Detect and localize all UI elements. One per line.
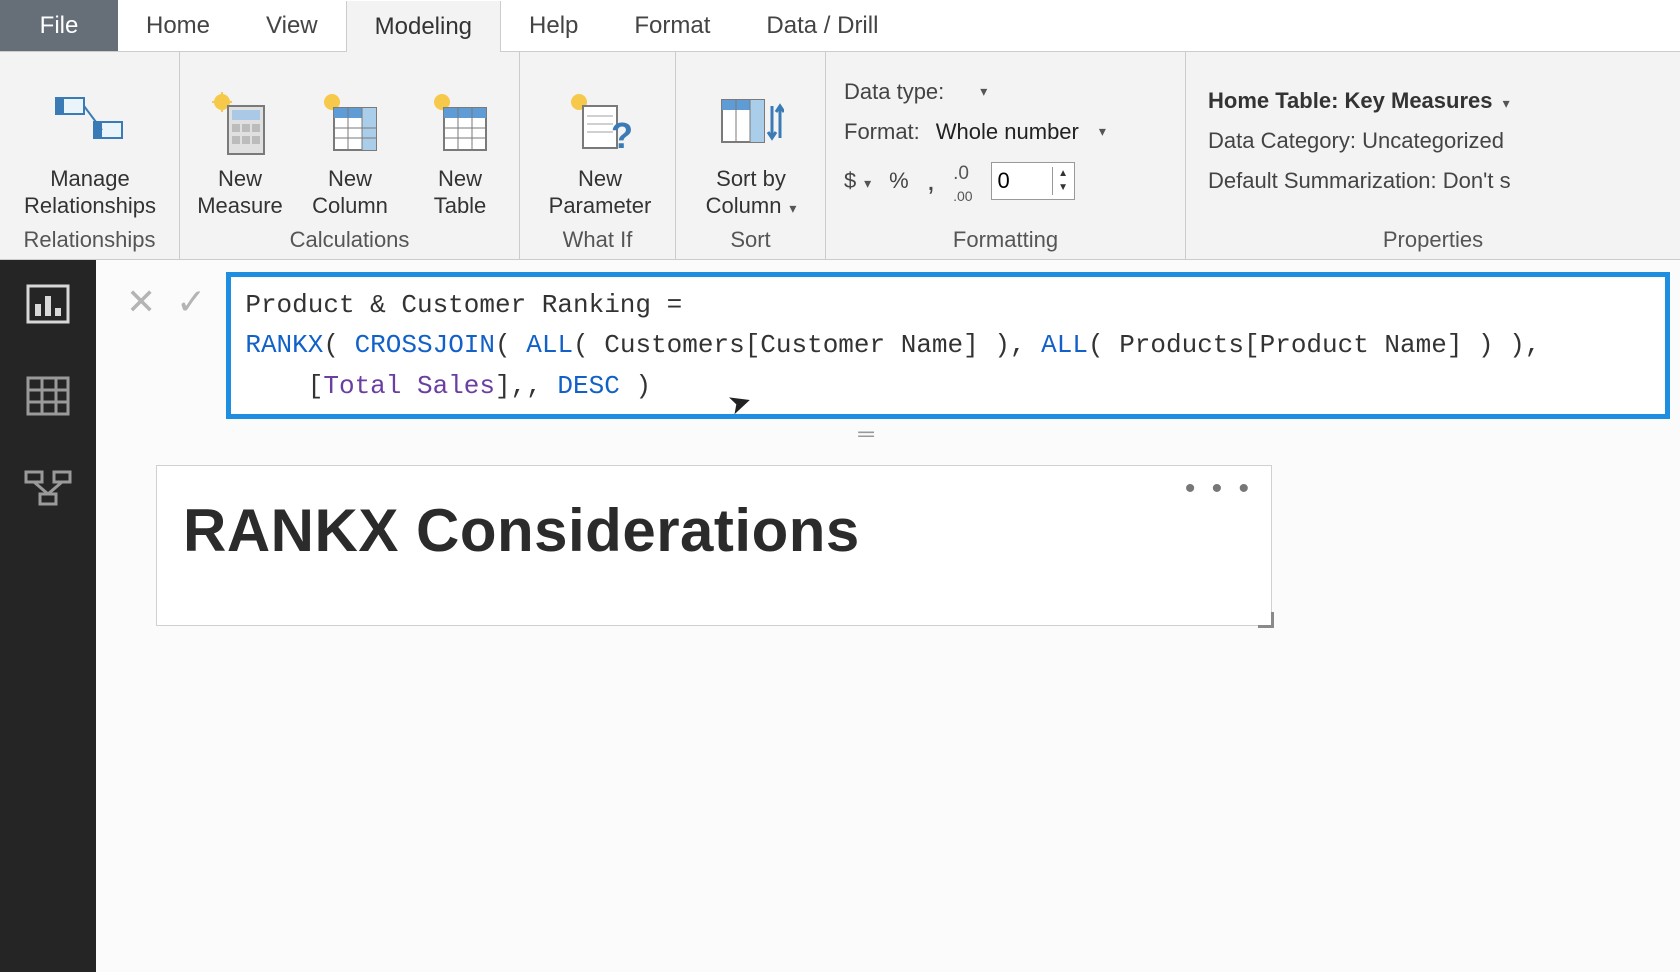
home-table-dropdown[interactable]: Home Table: Key Measures ▾ [1208, 88, 1666, 114]
decimal-places-spinner[interactable]: ▲ ▼ [991, 162, 1075, 200]
new-column-label: New Column [312, 166, 388, 219]
report-canvas: ✕ ✓ Product & Customer Ranking = RANKX( … [96, 260, 1680, 972]
thousands-separator-button[interactable]: , [927, 164, 935, 198]
file-tab[interactable]: File [0, 0, 118, 51]
ribbon-group-calculations: New Measure New Column [180, 52, 520, 259]
spinner-up[interactable]: ▲ [1053, 167, 1074, 181]
new-column-icon [314, 88, 386, 160]
tab-home[interactable]: Home [118, 0, 238, 51]
ribbon: Manage Relationships Relationships [0, 52, 1680, 260]
default-summarization-value: Don't s [1443, 168, 1511, 193]
calculator-icon [204, 88, 276, 160]
report-view-button[interactable] [18, 278, 78, 330]
ribbon-group-formatting: Data type: ▾ Format: Whole number ▾ $ ▾ … [826, 52, 1186, 259]
home-table-label: Home Table: [1208, 88, 1338, 113]
chevron-down-icon: ▾ [860, 175, 871, 191]
chevron-down-icon: ▾ [1099, 123, 1106, 140]
currency-button[interactable]: $ ▾ [844, 168, 871, 194]
default-summarization-label: Default Summarization: [1208, 168, 1437, 193]
parameter-icon: ? [564, 88, 636, 160]
tab-help[interactable]: Help [501, 0, 606, 51]
visual-resize-handle[interactable] [1258, 612, 1274, 628]
data-category-label: Data Category: [1208, 128, 1356, 153]
home-table-value: Key Measures [1345, 88, 1493, 113]
ribbon-group-label-calculations: Calculations [180, 223, 519, 259]
ribbon-group-label-sort: Sort [676, 223, 825, 259]
formula-bar-resize-handle[interactable]: ═ [288, 419, 1448, 447]
manage-relationships-label: Manage Relationships [24, 166, 156, 219]
format-label: Format: [844, 119, 920, 145]
percent-button[interactable]: % [889, 168, 909, 194]
sort-by-column-label: Sort by Column ▾ [706, 166, 797, 219]
menubar: File Home View Modeling Help Format Data… [0, 0, 1680, 52]
data-category-value: Uncategorized [1362, 128, 1504, 153]
view-sidebar [0, 260, 96, 972]
new-measure-button[interactable]: New Measure [190, 88, 290, 223]
data-category-dropdown[interactable]: Data Category: Uncategorized [1208, 128, 1666, 154]
chevron-down-icon: ▾ [980, 83, 987, 100]
decimal-icon: .0.00 [953, 163, 972, 207]
cancel-formula-button[interactable]: ✕ [126, 284, 156, 320]
ribbon-group-label-relationships: Relationships [0, 223, 179, 259]
ribbon-group-properties: Home Table: Key Measures ▾ Data Category… [1186, 52, 1680, 259]
tab-format[interactable]: Format [606, 0, 738, 51]
new-parameter-label: New Parameter [549, 166, 652, 219]
new-table-icon [424, 88, 496, 160]
decimal-places-input[interactable] [992, 166, 1052, 196]
ribbon-group-label-formatting: Formatting [826, 223, 1185, 259]
sort-by-column-button[interactable]: Sort by Column ▾ [686, 88, 816, 223]
model-view-button[interactable] [18, 462, 78, 514]
default-summarization-dropdown[interactable]: Default Summarization: Don't s [1208, 168, 1666, 194]
new-table-label: New Table [434, 166, 487, 219]
ribbon-group-label-properties: Properties [1186, 223, 1680, 259]
ribbon-group-label-whatif: What If [520, 223, 675, 259]
visual-title: RANKX Considerations [183, 496, 1245, 565]
spinner-down[interactable]: ▼ [1053, 181, 1074, 195]
text-visual[interactable]: • • • RANKX Considerations [156, 465, 1272, 626]
format-value: Whole number [936, 119, 1079, 145]
formula-bar[interactable]: Product & Customer Ranking = RANKX( CROS… [226, 272, 1670, 419]
data-type-label: Data type: [844, 79, 944, 105]
relationships-icon [54, 88, 126, 160]
manage-relationships-button[interactable]: Manage Relationships [10, 88, 170, 223]
visual-more-options[interactable]: • • • [1185, 472, 1253, 506]
tab-modeling[interactable]: Modeling [346, 1, 501, 52]
commit-formula-button[interactable]: ✓ [176, 284, 206, 320]
new-table-button[interactable]: New Table [410, 88, 510, 223]
svg-text:?: ? [611, 115, 633, 156]
new-measure-label: New Measure [197, 166, 283, 219]
sort-icon [715, 88, 787, 160]
tab-view[interactable]: View [238, 0, 346, 51]
ribbon-group-sort: Sort by Column ▾ Sort [676, 52, 826, 259]
data-type-dropdown[interactable]: Data type: ▾ [844, 79, 1167, 105]
chevron-down-icon: ▾ [1503, 95, 1510, 111]
format-dropdown[interactable]: Format: Whole number ▾ [844, 119, 1167, 145]
ribbon-group-relationships: Manage Relationships Relationships [0, 52, 180, 259]
new-parameter-button[interactable]: ? New Parameter [530, 88, 670, 223]
data-view-button[interactable] [18, 370, 78, 422]
chevron-down-icon: ▾ [785, 200, 796, 216]
new-column-button[interactable]: New Column [300, 88, 400, 223]
ribbon-group-whatif: ? New Parameter What If [520, 52, 676, 259]
tab-data-drill[interactable]: Data / Drill [738, 0, 906, 51]
